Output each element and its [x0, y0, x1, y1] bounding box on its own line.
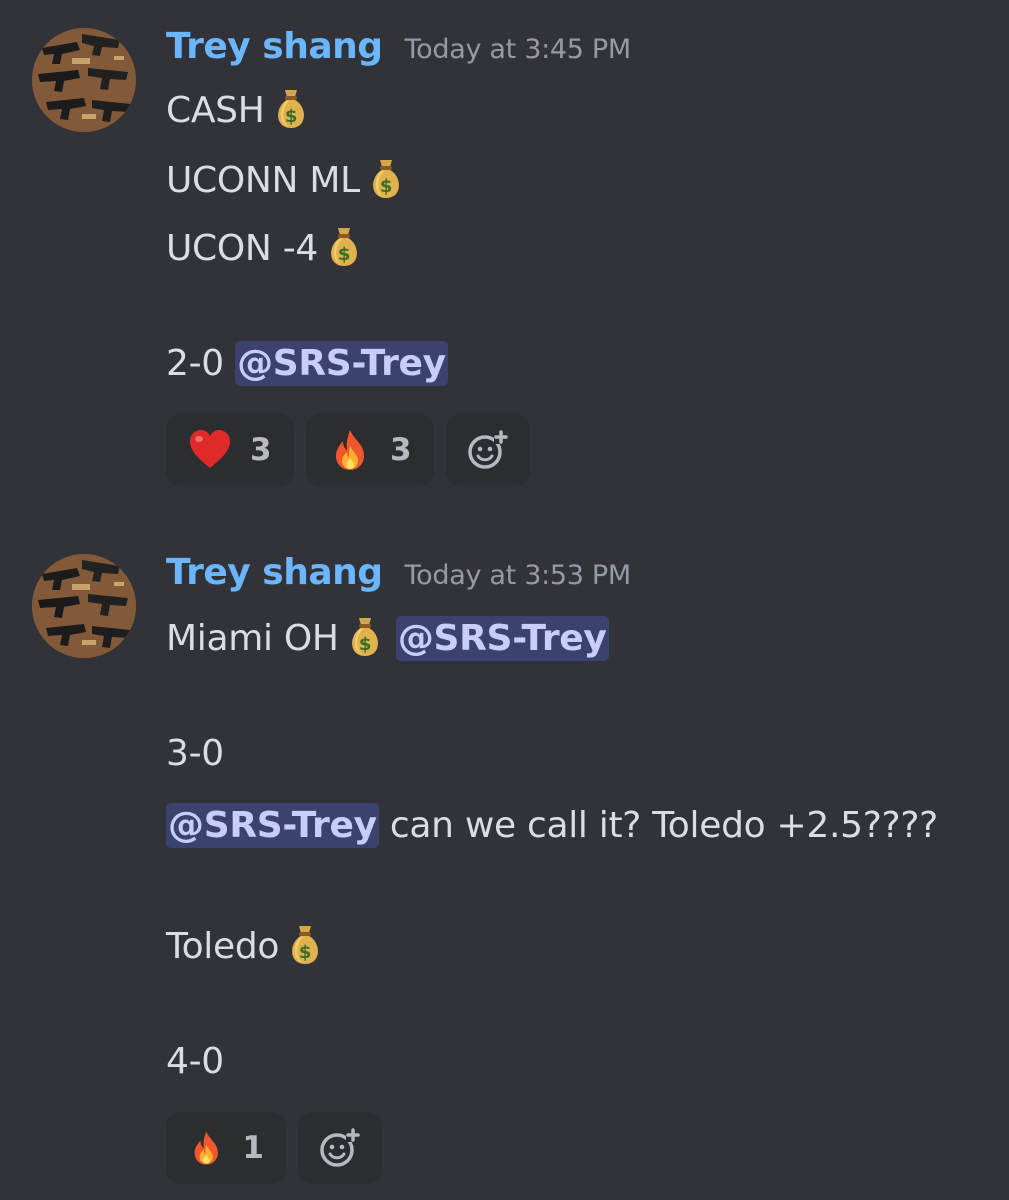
message-text: 4-0 [166, 1041, 224, 1082]
message-text: CASH [166, 90, 265, 131]
add-reaction-icon [466, 428, 510, 472]
message-line: 3-0 [166, 730, 224, 778]
message-line: Miami OH @SRS-Trey [166, 614, 609, 662]
reaction-heart[interactable]: 3 [166, 414, 294, 486]
message-line: @SRS-Trey can we call it? Toledo +2.5???… [166, 802, 938, 850]
message-line: 4-0 [166, 1038, 224, 1086]
message-1: Trey shang Today at 3:45 PM CASH UCONN ML… [0, 26, 1009, 496]
add-reaction-button[interactable] [298, 1112, 382, 1184]
reaction-fire[interactable]: 3 [306, 414, 434, 486]
message-text: Toledo [166, 926, 280, 967]
username[interactable]: Trey shang [166, 552, 383, 593]
avatar[interactable] [32, 28, 136, 132]
add-reaction-icon [318, 1126, 362, 1170]
user-mention[interactable]: @SRS-Trey [235, 341, 448, 386]
avatar[interactable] [32, 554, 136, 658]
reaction-count: 3 [390, 432, 412, 468]
message-line: CASH [166, 86, 311, 134]
user-mention[interactable]: @SRS-Trey [395, 616, 609, 661]
money-bag-icon [345, 614, 385, 658]
message-text: UCON -4 [166, 228, 318, 269]
reaction-fire[interactable]: 1 [166, 1112, 286, 1184]
username[interactable]: Trey shang [166, 26, 383, 67]
reaction-count: 3 [250, 432, 272, 468]
avatar-image-icon [32, 554, 136, 658]
message-2: Trey shang Today at 3:53 PM Miami OH @SRS… [0, 552, 1009, 1192]
reactions-bar: 3 3 [166, 414, 530, 486]
message-line: UCON -4 [166, 224, 364, 272]
message-line: 2-0 @SRS-Trey [166, 340, 448, 388]
money-bag-icon [366, 156, 406, 200]
money-bag-icon [285, 922, 325, 966]
message-header: Trey shang Today at 3:45 PM [166, 26, 631, 67]
message-line: UCONN ML [166, 156, 406, 204]
message-text: UCONN ML [166, 160, 360, 201]
money-bag-icon [324, 224, 364, 268]
add-reaction-button[interactable] [446, 414, 530, 486]
message-text: 3-0 [166, 733, 224, 774]
message-header: Trey shang Today at 3:53 PM [166, 552, 631, 593]
message-line: Toledo [166, 922, 325, 970]
fire-icon [188, 1126, 224, 1170]
money-bag-icon [271, 86, 311, 130]
avatar-image-icon [32, 28, 136, 132]
user-mention[interactable]: @SRS-Trey [166, 803, 379, 848]
message-text: Miami OH [166, 618, 339, 659]
fire-icon [328, 428, 372, 472]
timestamp: Today at 3:45 PM [404, 34, 632, 65]
timestamp: Today at 3:53 PM [404, 560, 632, 591]
message-text: 2-0 [166, 343, 224, 384]
reactions-bar: 1 [166, 1112, 382, 1184]
message-text: can we call it? Toledo +2.5???? [378, 805, 938, 846]
reaction-count: 1 [242, 1130, 264, 1166]
heart-icon [188, 428, 232, 472]
